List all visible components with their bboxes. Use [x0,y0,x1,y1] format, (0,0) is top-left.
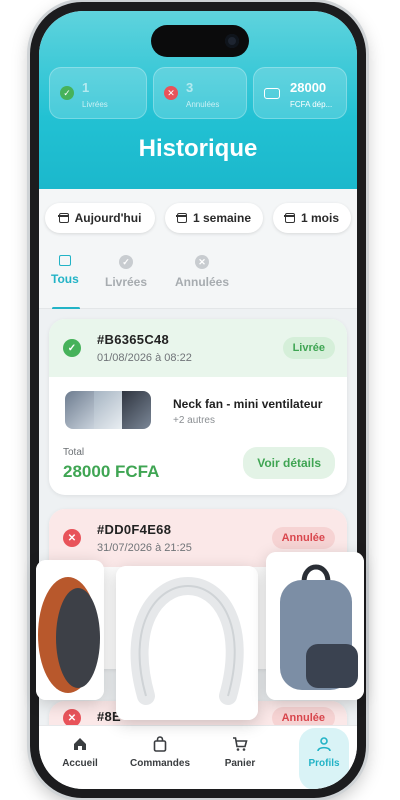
status-badge: Annulée [271,527,335,549]
inbox-icon [58,255,71,266]
order-id: #B6365C48 [97,332,170,347]
view-details-button[interactable]: Voir détails [243,447,335,479]
cancel-circle-icon: ✕ [164,86,178,100]
filter-today[interactable]: Aujourd'hui [45,203,155,233]
tab-all[interactable]: Tous [51,255,79,286]
product-image-neck-fan [116,566,258,720]
tab-cancelled-label: Annulées [175,275,230,289]
stat-cancelled-value: 3 [186,80,194,95]
order-date: 31/07/2026 à 21:25 [97,542,192,554]
cash-icon [264,88,280,99]
dynamic-island [151,25,249,57]
bag-icon [153,736,167,752]
stat-delivered-label: Livrées [82,100,108,109]
product-thumbnails [65,391,151,429]
neck-fan-image [116,566,258,720]
stat-delivered-value: 1 [82,80,90,95]
status-badge: Livrée [282,337,335,359]
home-icon [74,738,86,750]
tab-delivered-label: Livrées [105,275,148,289]
backpack-image [266,552,364,700]
filter-week-label: 1 semaine [192,211,252,225]
product-image-speaker [36,560,104,700]
filter-today-label: Aujourd'hui [74,211,142,225]
filter-month[interactable]: 1 mois [273,203,351,233]
calendar-icon [176,213,188,223]
stat-cancelled-label: Annulées [186,100,220,109]
tab-all-label: Tous [51,272,79,286]
order-id: #DD0F4E68 [97,522,172,537]
tab-delivered[interactable]: ✓ Livrées [105,255,147,289]
product-name: Neck fan - mini ventilateur [173,397,323,411]
speaker-image [36,560,104,700]
nav-orders-label: Commandes [129,758,190,769]
more-items: +2 autres [173,415,215,426]
tab-cancelled[interactable]: ✕ Annulées [175,255,229,289]
total-value: 28000 FCFA [63,462,160,481]
nav-home[interactable]: Accueil [45,736,115,769]
bottom-nav: Accueil Commandes Panier Profils [39,725,357,789]
product-image-backpack [266,552,364,700]
nav-cart[interactable]: Panier [205,736,275,769]
order-date: 01/08/2026 à 08:22 [97,352,192,364]
check-circle-icon: ✓ [119,255,134,269]
order-card[interactable]: ✓ #B6365C48 01/08/2026 à 08:22 Livrée Ne… [49,319,347,495]
nav-home-label: Accueil [62,758,98,769]
cancel-circle-icon: ✕ [195,255,209,269]
stat-delivered: ✓ 1 Livrées [49,67,147,119]
filter-week[interactable]: 1 semaine [165,203,263,233]
stat-spent-value: 28000 [290,80,327,95]
page-title: Historique [138,135,258,162]
status-tabs: Tous ✓ Livrées ✕ Annulées [39,241,357,310]
total-label: Total [63,447,85,458]
check-circle-icon: ✓ [63,339,81,357]
nav-orders[interactable]: Commandes [125,736,195,769]
cart-icon [233,737,248,751]
header: ✓ 1 Livrées ✕ 3 Annulées 28000 FCFA dép.… [39,11,357,189]
calendar-icon [284,213,296,223]
nav-profile[interactable]: Profils [289,736,357,769]
calendar-icon [58,213,70,223]
filter-month-label: 1 mois [300,211,339,225]
check-circle-icon: ✓ [60,86,74,100]
stat-spent-label: FCFA dép... [290,100,333,109]
stat-spent: 28000 FCFA dép... [253,67,347,119]
user-icon [317,737,331,752]
nav-cart-label: Panier [224,758,256,769]
cancel-circle-icon: ✕ [63,529,81,547]
nav-profile-label: Profils [308,758,340,769]
stat-cancelled: ✕ 3 Annulées [153,67,247,119]
date-filters: Aujourd'hui 1 semaine 1 mois [39,189,357,241]
order-card-header: ✓ #B6365C48 01/08/2026 à 08:22 Livrée [49,319,347,377]
